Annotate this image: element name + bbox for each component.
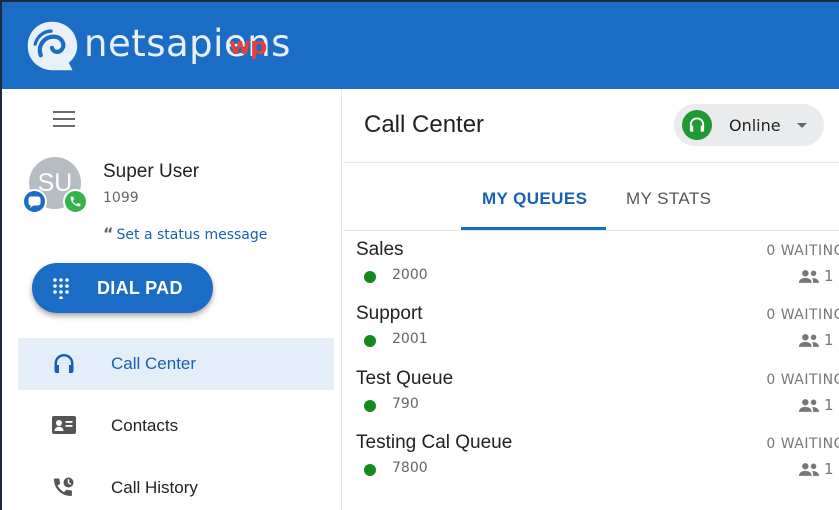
dial-pad-label: DIAL PAD (97, 277, 183, 298)
queue-row[interactable]: Test Queue 790 0 WAITING 1 (343, 368, 839, 432)
status-dot (364, 335, 376, 347)
queue-name: Test Queue (356, 368, 454, 389)
queue-agents: 1 (798, 396, 834, 414)
queue-agent-count: 1 (824, 267, 834, 285)
sidebar-item-label: Call Center (111, 354, 197, 373)
queue-agent-count: 1 (824, 396, 834, 414)
status-dot (364, 400, 376, 412)
user-extension: 1099 (103, 190, 139, 206)
queue-extension: 2000 (392, 267, 428, 283)
presence-dropdown[interactable]: Online (674, 104, 824, 146)
sidebar-item-call-history[interactable]: Call History (18, 462, 334, 510)
quote-icon: “ (103, 224, 114, 243)
queue-agents: 1 (798, 460, 834, 478)
top-bar: netsapiens wp (2, 2, 839, 89)
chevron-down-icon (796, 122, 807, 128)
queue-extension: 790 (392, 396, 419, 412)
main-panel: Call Center Online MY QUEUES MY STATS Sa… (343, 89, 839, 510)
queue-agents: 1 (798, 331, 834, 349)
divider (343, 162, 839, 163)
queue-row[interactable]: Sales 2000 0 WAITING 1 (343, 239, 839, 303)
queue-row[interactable]: Testing Cal Queue 7800 0 WAITING 1 (343, 432, 839, 496)
tab-my-stats[interactable]: MY STATS (626, 189, 711, 209)
menu-icon[interactable] (53, 111, 75, 127)
people-icon (798, 398, 820, 412)
sidebar-item-call-center[interactable]: Call Center (18, 338, 334, 390)
queue-agent-count: 1 (824, 331, 834, 349)
queue-waiting-count: 0 WAITING (766, 372, 839, 388)
sidebar-item-label: Call History (111, 478, 198, 497)
queue-extension: 7800 (392, 460, 428, 476)
people-icon (798, 462, 820, 476)
phone-icon[interactable] (63, 189, 88, 214)
status-message-label: Set a status message (116, 227, 268, 243)
sidebar-item-label: Contacts (111, 416, 179, 435)
status-message-link[interactable]: “Set a status message (103, 224, 267, 243)
queue-waiting-count: 0 WAITING (766, 307, 839, 323)
app-window: netsapiens wp SU Super User 1099 “Set a … (0, 0, 839, 510)
call-history-icon (51, 475, 77, 501)
contact-card-icon (51, 413, 77, 439)
dialpad-icon (53, 278, 69, 299)
page-title: Call Center (364, 111, 485, 138)
status-dot (364, 271, 376, 283)
netsapiens-logo-mark-icon (27, 21, 78, 71)
people-icon (798, 333, 820, 347)
sidebar-item-contacts[interactable]: Contacts (18, 400, 334, 452)
headset-icon (51, 351, 77, 377)
dial-pad-button[interactable]: DIAL PAD (32, 263, 213, 313)
presence-label: Online (729, 115, 781, 135)
chat-icon[interactable] (22, 189, 47, 214)
queue-extension: 2001 (392, 331, 428, 347)
divider (343, 230, 839, 231)
queue-agents: 1 (798, 267, 834, 285)
sidebar: SU Super User 1099 “Set a status message… (2, 89, 342, 510)
status-dot (364, 464, 376, 476)
queue-row[interactable]: Support 2001 0 WAITING 1 (343, 303, 839, 367)
queue-agent-count: 1 (824, 460, 834, 478)
queue-name: Testing Cal Queue (356, 432, 513, 453)
people-icon (798, 269, 820, 283)
tab-my-queues[interactable]: MY QUEUES (482, 189, 587, 209)
headset-icon (682, 110, 712, 140)
logo-badge: wp (229, 32, 267, 60)
user-name: Super User (103, 161, 200, 182)
queue-waiting-count: 0 WAITING (766, 436, 839, 452)
queue-name: Support (356, 303, 423, 324)
queue-waiting-count: 0 WAITING (766, 243, 839, 259)
queue-name: Sales (356, 239, 404, 260)
